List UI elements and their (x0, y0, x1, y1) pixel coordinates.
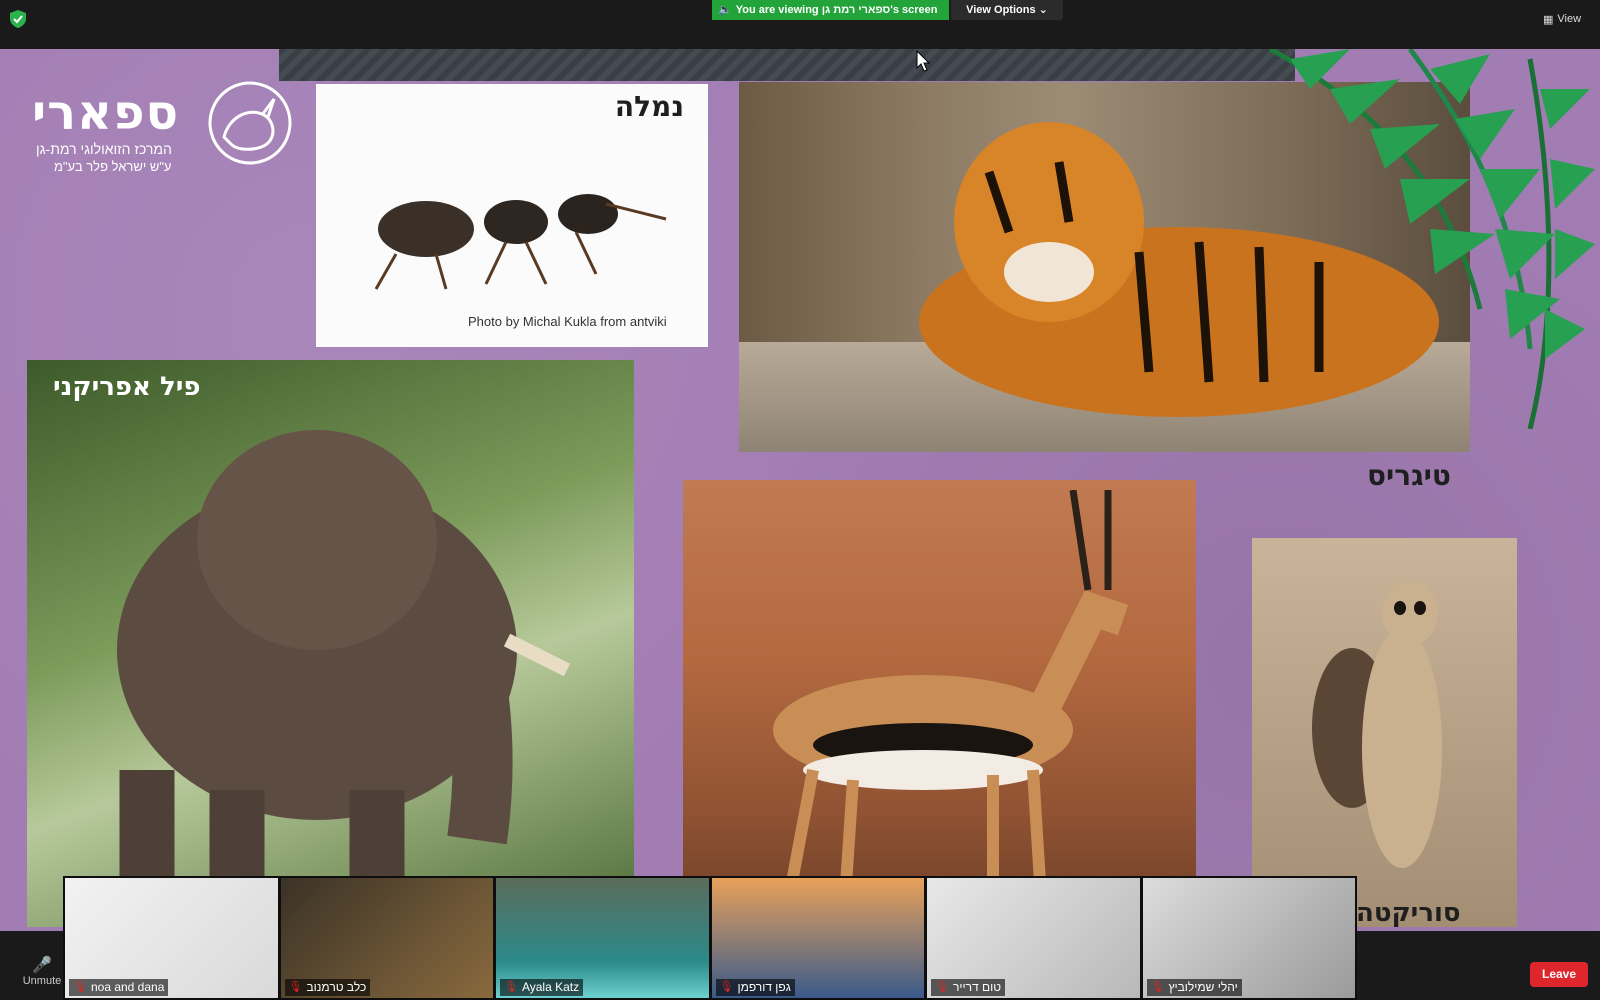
participant-name: טום דרייר (952, 980, 1002, 994)
logo-subtitle-2: ע"ש ישראל פלר בע"מ (54, 159, 172, 174)
elephant-photo: פיל אפריקני (27, 360, 634, 927)
chevron-down-icon: ⌄ (1038, 4, 1048, 16)
ant-photo-card: נמלה Photo by Michal Kukla from antviki (316, 84, 708, 347)
participant-gallery: 🎙 noa and dana 🎙 כלב טרמנוב 🎙 Ayala Katz… (63, 876, 1357, 1000)
participant-name: Ayala Katz (521, 980, 580, 994)
participant-name: noa and dana (90, 980, 165, 994)
participant-tile[interactable]: 🎙 טום דרייר (927, 878, 1140, 998)
elephant-label: פיל אפריקני (53, 372, 201, 402)
logo-subtitle: המרכז הזואולוגי רמת-גן (36, 141, 172, 157)
ant-photo-credit: Photo by Michal Kukla from antviki (468, 314, 667, 329)
meeting-topbar: 🔈 You are viewing ספארי רמת גן's screen … (0, 0, 1600, 49)
fern-decoration (1268, 49, 1595, 429)
unmute-label: Unmute (22, 975, 62, 987)
leave-button[interactable]: Leave (1530, 962, 1588, 987)
view-options-label: View Options (966, 4, 1036, 16)
screen-share-banner: 🔈 You are viewing ספארי רמת גן's screen (712, 0, 949, 20)
participant-name: יהלי שמילוביץ (1168, 980, 1238, 994)
participant-name-tag: 🎙 Ayala Katz (500, 979, 584, 996)
safari-logo: ספארי המרכז הזואולוגי רמת-גן ע"ש ישראל פ… (32, 77, 292, 174)
tiger-label: טיגריס (1367, 459, 1451, 492)
participant-tile[interactable]: 🎙 גפן דורפמן (711, 878, 924, 998)
gazelle-photo (683, 480, 1196, 927)
microphone-muted-icon: 🎤 (32, 957, 52, 974)
speaker-icon: 🔈 (718, 4, 732, 16)
view-label: View (1557, 13, 1582, 25)
muted-mic-icon: 🎙 (73, 981, 87, 993)
ant-label: נמלה (614, 90, 684, 123)
ant-image (374, 194, 667, 290)
participant-name: גפן דורפמן (737, 980, 791, 994)
grid-icon: ▦ (1543, 13, 1554, 26)
logo-title: ספארי (32, 85, 180, 141)
muted-mic-icon: 🎙 (504, 981, 518, 993)
share-banner-text: You are viewing ספארי רמת גן's screen (735, 4, 938, 16)
rhino-icon (208, 81, 292, 165)
participant-name-tag: 🎙 גפן דורפמן (715, 979, 795, 996)
participant-name: כלב טרמנוב (306, 980, 367, 994)
participant-name-tag: 🎙 טום דרייר (931, 979, 1006, 996)
participant-name-tag: 🎙 noa and dana (69, 979, 169, 996)
participant-tile[interactable]: 🎙 יהלי שמילוביץ (1142, 878, 1355, 998)
view-button[interactable]: ▦ View (1543, 10, 1593, 28)
slide-top-band (279, 49, 1295, 81)
shield-check-icon[interactable] (10, 10, 26, 28)
mouse-cursor-icon (916, 50, 930, 72)
meerkat-photo (1252, 538, 1517, 927)
muted-mic-icon: 🎙 (935, 981, 949, 993)
muted-mic-icon: 🎙 (1150, 981, 1165, 993)
elephant-image (117, 430, 571, 927)
gazelle-image (773, 490, 1129, 927)
muted-mic-icon: 🎙 (719, 981, 734, 993)
participant-tile[interactable]: 🎙 noa and dana (65, 878, 278, 998)
muted-mic-icon: 🎙 (288, 981, 303, 993)
meerkat-label: סוריקטה (1356, 898, 1461, 928)
participant-tile[interactable]: 🎙 כלב טרמנוב (280, 878, 493, 998)
meerkat-image (1312, 581, 1442, 868)
view-options-button[interactable]: View Options ⌄ (951, 0, 1063, 20)
participant-tile[interactable]: 🎙 Ayala Katz (496, 878, 709, 998)
participant-name-tag: 🎙 יהלי שמילוביץ (1146, 979, 1242, 996)
participant-name-tag: 🎙 כלב טרמנוב (284, 979, 371, 996)
unmute-button[interactable]: 🎤 Unmute (20, 955, 64, 987)
shared-slide: ספארי המרכז הזואולוגי רמת-גן ע"ש ישראל פ… (0, 49, 1600, 931)
